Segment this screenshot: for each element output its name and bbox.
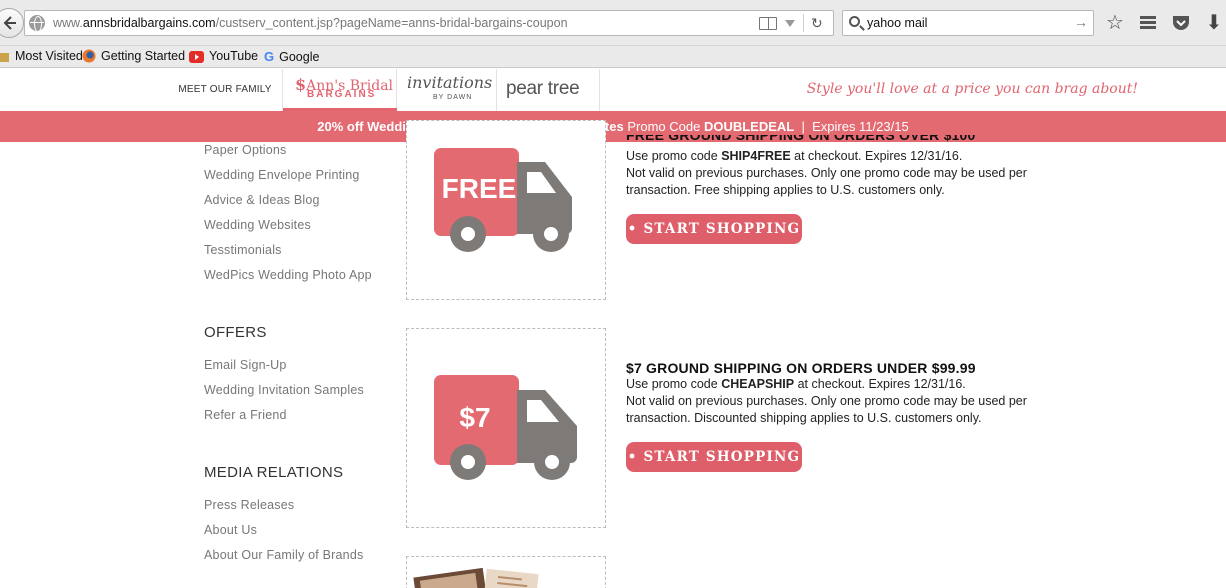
- back-button[interactable]: [0, 8, 24, 38]
- truck-icon: FREE: [434, 148, 572, 252]
- sidebar-link-refer-friend[interactable]: Refer a Friend: [204, 408, 287, 422]
- bookmarks-bar: Most Visited Getting Started YouTube G Go…: [0, 46, 1226, 68]
- youtube-icon: [189, 51, 204, 66]
- promo-separator: |: [801, 119, 805, 134]
- url-bar[interactable]: www.annsbridalbargains.com/custserv_cont…: [24, 10, 834, 36]
- brand-invitations-by-dawn[interactable]: invitations BY DAWN: [397, 69, 497, 111]
- search-bar[interactable]: yahoo mail →: [842, 10, 1094, 36]
- meet-our-family-link[interactable]: MEET OUR FAMILY: [168, 69, 283, 111]
- coupon-terms-line: transaction. Discounted shipping applies…: [626, 411, 982, 425]
- go-arrow-icon[interactable]: →: [1074, 14, 1088, 30]
- brand-invitations-line1: invitations: [407, 73, 493, 92]
- promo-banner[interactable]: 20% off Wedding Invites + 30% off Save t…: [0, 111, 1226, 142]
- sidebar-link-about-us[interactable]: About Us: [204, 523, 257, 537]
- sidebar-link-family-of-brands[interactable]: About Our Family of Brands: [204, 548, 363, 562]
- truck-label: $7: [459, 402, 490, 433]
- coupon-promo-line: Use promo code SHIP4FREE at checkout. Ex…: [626, 149, 963, 163]
- promo-code: DOUBLEDEAL: [703, 119, 795, 134]
- browser-toolbar: www.annsbridalbargains.com/custserv_cont…: [0, 0, 1226, 46]
- dropdown-arrow-icon[interactable]: [785, 20, 795, 27]
- search-input[interactable]: yahoo mail: [867, 16, 927, 30]
- sidebar-link-email-signup[interactable]: Email Sign-Up: [204, 358, 287, 372]
- sidebar-link-testimonials[interactable]: Tesstimonials: [204, 243, 282, 257]
- coupon-image-7-shipping: $7: [406, 328, 606, 528]
- truck-icon: $7: [434, 375, 577, 480]
- folder-icon: [0, 51, 10, 66]
- back-arrow-icon: [3, 16, 16, 30]
- library-icon[interactable]: [1137, 12, 1159, 34]
- brand-anns-bridal-bargains[interactable]: $Ann's Bridal BARGAINS: [283, 69, 397, 111]
- bookmark-most-visited[interactable]: Most Visited: [0, 49, 83, 66]
- start-shopping-button[interactable]: • START SHOPPING •: [626, 214, 802, 267]
- site-header: MEET OUR FAMILY $Ann's Bridal BARGAINS i…: [0, 69, 1226, 111]
- truck-label: FREE: [442, 173, 517, 204]
- sidebar-link-wedpics-app[interactable]: WedPics Wedding Photo App: [204, 268, 372, 282]
- promo-code-label: Promo Code: [627, 119, 701, 134]
- coupon-image-free-shipping: FREE: [406, 120, 606, 300]
- promo-expires: Expires 11/23/15: [812, 119, 909, 134]
- reload-icon[interactable]: ↻: [811, 16, 823, 30]
- coupon-terms-line: transaction. Free shipping applies to U.…: [626, 183, 945, 197]
- coupon-terms-line: Not valid on previous purchases. Only on…: [626, 394, 1027, 408]
- sidebar-link-press-releases[interactable]: Press Releases: [204, 498, 294, 512]
- offers-heading: OFFERS: [204, 324, 267, 341]
- brand-invitations-line2: BY DAWN: [433, 94, 473, 101]
- reader-view-icon[interactable]: [759, 17, 777, 30]
- download-icon[interactable]: ⬇: [1203, 12, 1225, 34]
- media-relations-heading: MEDIA RELATIONS: [204, 464, 344, 481]
- coupon-title: $7 GROUND SHIPPING ON ORDERS UNDER $99.9…: [626, 360, 976, 376]
- coupon-promo-line: Use promo code CHEAPSHIP at checkout. Ex…: [626, 377, 966, 391]
- url-text[interactable]: www.annsbridalbargains.com/custserv_cont…: [53, 16, 568, 30]
- globe-icon: [29, 15, 45, 32]
- brand-pear-tree[interactable]: pear tree: [497, 69, 600, 111]
- brand-peartree-label: pear tree: [506, 78, 580, 99]
- coupon-code: SHIP4FREE: [721, 149, 791, 163]
- coupon-code: CHEAPSHIP: [721, 377, 795, 391]
- sidebar-link-paper-options[interactable]: Paper Options: [204, 143, 287, 157]
- url-divider: [803, 14, 804, 32]
- bookmark-youtube[interactable]: YouTube: [189, 49, 258, 66]
- firefox-icon: [82, 49, 96, 66]
- search-icon: [849, 16, 860, 27]
- sidebar-link-wedding-websites[interactable]: Wedding Websites: [204, 218, 311, 232]
- bookmark-star-icon[interactable]: ☆: [1104, 12, 1126, 34]
- sidebar-link-envelope-printing[interactable]: Wedding Envelope Printing: [204, 168, 360, 182]
- coupon-image-third: [406, 556, 606, 588]
- google-icon: G: [264, 49, 275, 64]
- bookmark-getting-started[interactable]: Getting Started: [82, 49, 185, 66]
- pocket-icon[interactable]: [1170, 12, 1192, 34]
- sidebar-link-advice-blog[interactable]: Advice & Ideas Blog: [204, 193, 320, 207]
- invitation-photo: [413, 567, 539, 588]
- start-shopping-button[interactable]: • START SHOPPING •: [626, 442, 802, 495]
- bookmark-google[interactable]: G Google: [264, 49, 319, 64]
- brand-anns-line2: BARGAINS: [307, 89, 377, 100]
- coupon-terms-line: Not valid on previous purchases. Only on…: [626, 166, 1027, 180]
- tagline: Style you'll love at a price you can bra…: [806, 81, 1138, 97]
- sidebar-link-invitation-samples[interactable]: Wedding Invitation Samples: [204, 383, 364, 397]
